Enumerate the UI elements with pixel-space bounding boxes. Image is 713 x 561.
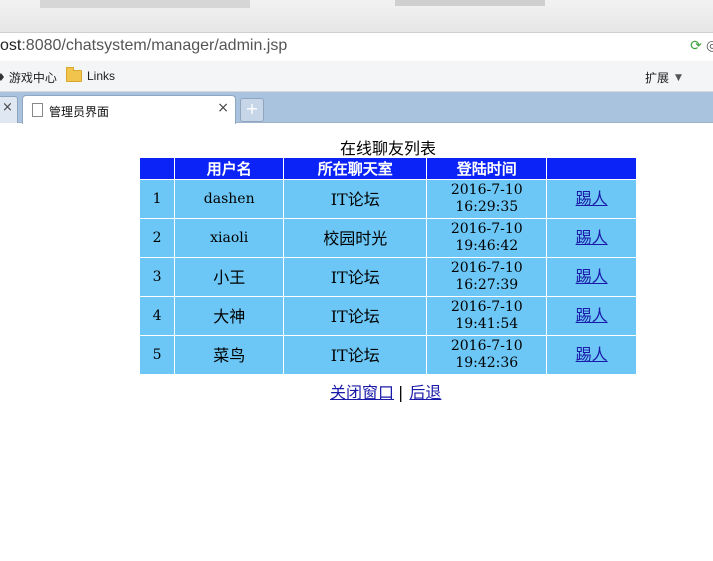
login-time-cell: 2016-7-10 16:27:39 [427, 258, 547, 296]
header-room: 所在聊天室 [284, 158, 427, 179]
action-cell: 踢人 [547, 336, 636, 374]
kick-user-link[interactable]: 踢人 [576, 306, 608, 325]
username-cell: dashen [175, 180, 284, 218]
login-time: 16:27:39 [455, 277, 519, 293]
login-time: 19:42:36 [455, 355, 519, 371]
extensions-menu[interactable]: 扩展 ▼ [630, 69, 682, 86]
action-cell: 踢人 [547, 219, 636, 257]
folder-icon [66, 67, 82, 82]
table-row: 5 菜鸟 IT论坛 2016-7-10 19:42:36 踢人 [140, 336, 636, 374]
tab-title: 管理员界面 [49, 105, 110, 119]
login-time: 19:41:54 [455, 316, 519, 332]
login-date: 2016-7-10 [450, 299, 523, 315]
new-tab-button[interactable]: + [240, 98, 264, 122]
action-cell: 踢人 [547, 258, 636, 296]
close-window-link[interactable]: 关闭窗口 [330, 383, 394, 402]
login-time-cell: 2016-7-10 16:29:35 [427, 180, 547, 218]
login-time-cell: 2016-7-10 19:46:42 [427, 219, 547, 257]
bookmark-label: 游戏中心 [8, 71, 57, 85]
kick-user-link[interactable]: 踢人 [576, 189, 608, 208]
refresh-icon[interactable]: ⟳ [688, 38, 704, 54]
row-number: 5 [140, 336, 175, 374]
table-row: 4 大神 IT论坛 2016-7-10 19:41:54 踢人 [140, 297, 636, 335]
window-title-strip [0, 0, 713, 32]
kick-user-link[interactable]: 踢人 [576, 228, 608, 247]
apps-grid-icon [630, 72, 642, 84]
action-cell: 踢人 [547, 180, 636, 218]
bookmark-links[interactable]: Links [66, 67, 116, 83]
close-icon[interactable]: × [217, 100, 229, 116]
extension-icon[interactable]: ◎ [706, 38, 713, 54]
kick-user-link[interactable]: 踢人 [576, 267, 608, 286]
login-time: 19:46:42 [455, 238, 519, 254]
row-number: 4 [140, 297, 175, 335]
table-row: 1 dashen IT论坛 2016-7-10 16:29:35 踢人 [140, 180, 636, 218]
tab-admin[interactable]: 管理员界面 × [22, 95, 236, 124]
tab-bar: × 管理员界面 × + [0, 92, 713, 124]
login-date: 2016-7-10 [450, 182, 523, 198]
extensions-label: 扩展 [645, 71, 670, 85]
username-cell: 菜鸟 [175, 336, 284, 374]
close-icon[interactable]: × [2, 100, 13, 115]
bookmarks-bar: ♦ 游戏中心 Links 扩展 ▼ [0, 61, 713, 92]
room-cell: IT论坛 [284, 297, 427, 335]
action-cell: 踢人 [547, 297, 636, 335]
game-controller-icon: ♦ [0, 71, 6, 84]
username-cell: 小王 [175, 258, 284, 296]
address-bar[interactable]: ost:8080/chatsystem/manager/admin.jsp ⟳ … [0, 32, 713, 62]
back-link[interactable]: 后退 [409, 383, 441, 402]
url-text[interactable]: ost:8080/chatsystem/manager/admin.jsp [0, 37, 287, 55]
bookmark-game-center[interactable]: ♦ 游戏中心 [0, 69, 57, 86]
header-action [547, 158, 636, 179]
table-row: 2 xiaoli 校园时光 2016-7-10 19:46:42 踢人 [140, 219, 636, 257]
link-separator: | [398, 383, 404, 402]
table-row: 3 小王 IT论坛 2016-7-10 16:27:39 踢人 [140, 258, 636, 296]
bookmark-label: Links [87, 69, 116, 83]
room-cell: IT论坛 [284, 336, 427, 374]
header-username: 用户名 [175, 158, 284, 179]
row-number: 2 [140, 219, 175, 257]
row-number: 3 [140, 258, 175, 296]
username-cell: xiaoli [175, 219, 284, 257]
header-login-time: 登陆时间 [427, 158, 547, 179]
login-date: 2016-7-10 [450, 221, 523, 237]
online-users-table: 用户名 所在聊天室 登陆时间 1 dashen IT论坛 2016-7-10 16… [139, 157, 637, 375]
room-cell: IT论坛 [284, 180, 427, 218]
table-caption: 在线聊友列表 [339, 139, 436, 158]
table-header-row: 用户名 所在聊天室 登陆时间 [140, 158, 636, 179]
kick-user-link[interactable]: 踢人 [576, 345, 608, 364]
header-no [140, 158, 175, 179]
title-strip-segment [395, 0, 545, 6]
login-date: 2016-7-10 [450, 338, 523, 354]
login-time: 16:29:35 [455, 199, 519, 215]
title-strip-segment [40, 0, 250, 8]
room-cell: 校园时光 [284, 219, 427, 257]
page-icon [32, 103, 43, 117]
dropdown-arrow-icon: ▼ [675, 72, 682, 83]
footer-links: 关闭窗口 | 后退 [330, 379, 441, 403]
tab-previous[interactable]: × [0, 96, 18, 123]
row-number: 1 [140, 180, 175, 218]
url-host: ost [0, 37, 22, 54]
username-cell: 大神 [175, 297, 284, 335]
room-cell: IT论坛 [284, 258, 427, 296]
login-time-cell: 2016-7-10 19:41:54 [427, 297, 547, 335]
url-path: :8080/chatsystem/manager/admin.jsp [21, 37, 288, 54]
login-date: 2016-7-10 [450, 260, 523, 276]
login-time-cell: 2016-7-10 19:42:36 [427, 336, 547, 374]
